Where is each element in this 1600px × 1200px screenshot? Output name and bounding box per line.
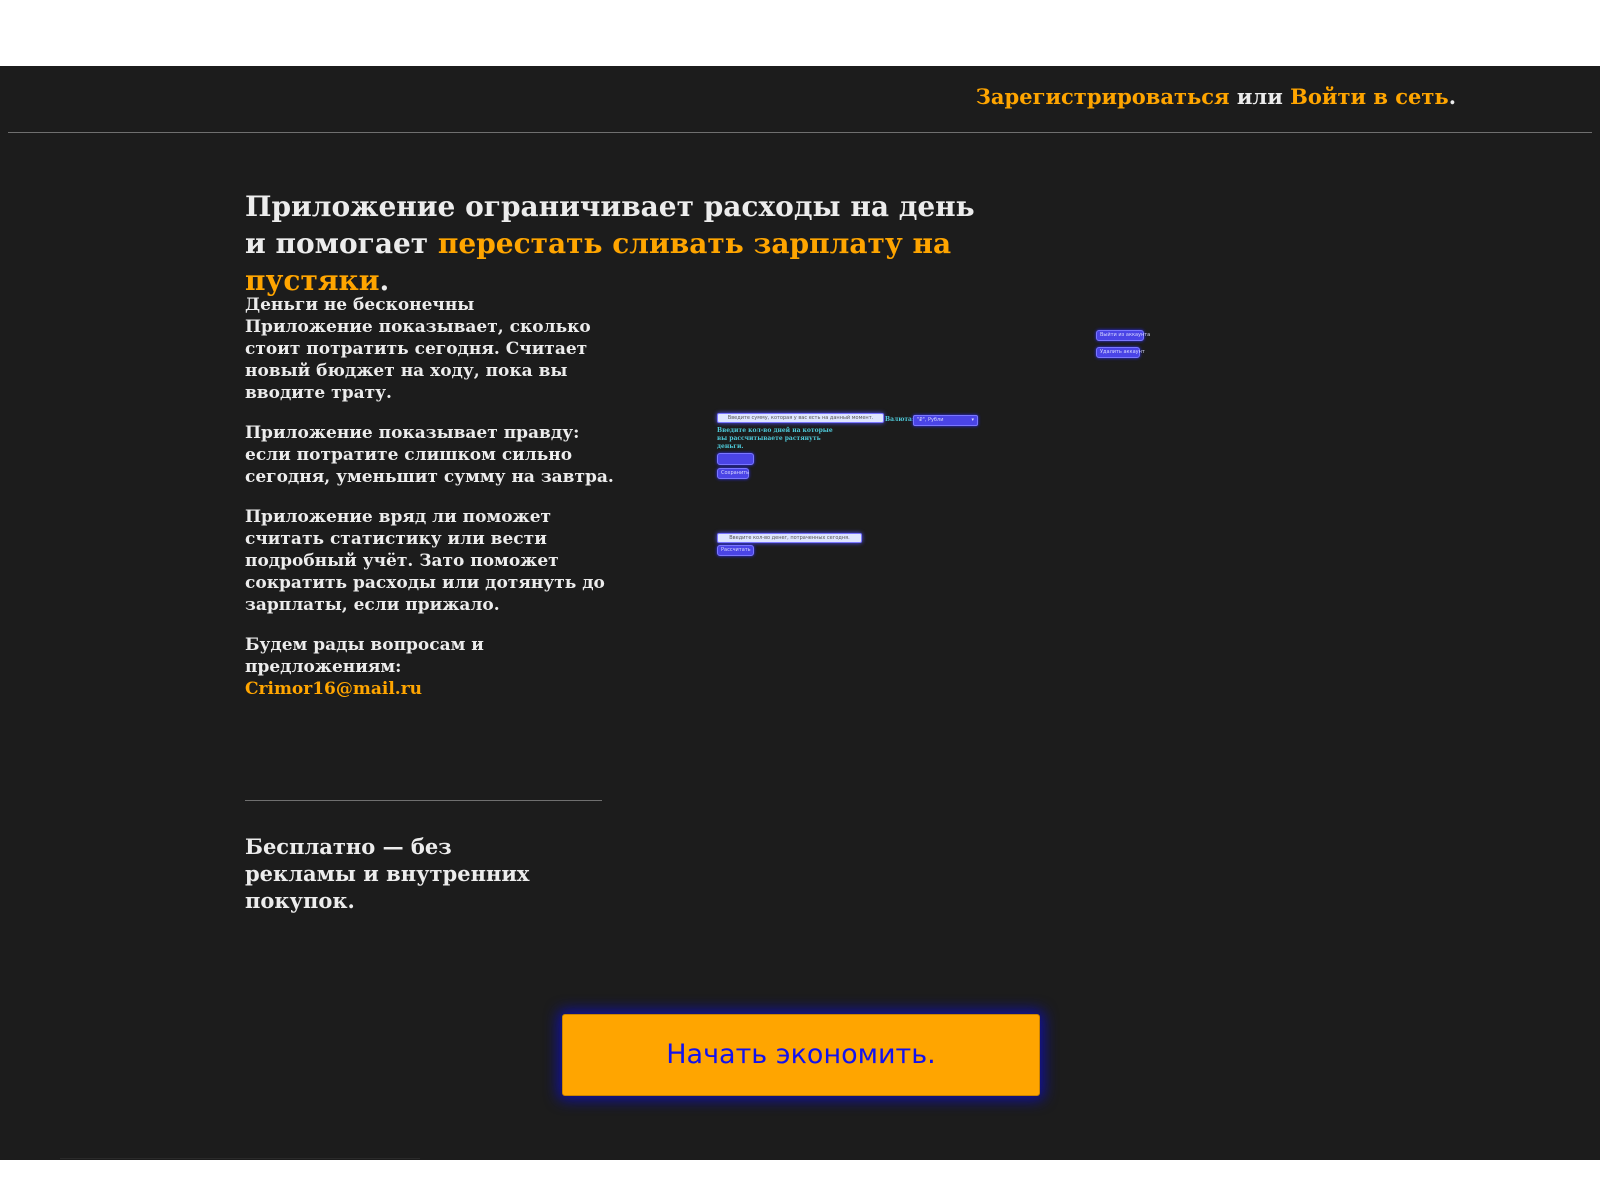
auth-links: Зарегистрироваться или Войти в сеть.: [976, 84, 1456, 109]
preview-amount-input[interactable]: Введите сумму, которая у вас есть на дан…: [717, 413, 884, 423]
preview-currency-value: "₽", Рубли: [917, 417, 944, 423]
preview-days-label: Введите кол-во дней на которые вы рассчи…: [717, 427, 833, 450]
auth-period: .: [1448, 84, 1456, 109]
preview-currency-select[interactable]: "₽", Рубли ▾: [913, 415, 978, 426]
preview-calculate-button[interactable]: Рассчитать: [717, 545, 754, 556]
preview-save-button[interactable]: Сохранить: [717, 468, 749, 479]
or-text: или: [1236, 84, 1283, 109]
free-note: Бесплатно — без рекламы и внутренних пок…: [245, 834, 530, 913]
feature-block-1: Деньги не бесконечны Приложение показыва…: [245, 294, 615, 404]
section-divider: [245, 800, 602, 801]
footer-divider: [60, 1158, 420, 1159]
chevron-down-icon: ▾: [971, 417, 974, 423]
preview-currency-label: Валюта:: [885, 416, 915, 423]
header-divider: [8, 132, 1592, 133]
preview-days-input[interactable]: [717, 453, 754, 465]
preview-delete-account-button[interactable]: Удалить аккаунт: [1096, 347, 1145, 358]
feature-1-title: Деньги не бесконечны: [245, 295, 475, 315]
contact-email-link[interactable]: Crimor16@mail.ru: [245, 679, 422, 699]
feature-1-text: Приложение показывает, сколько стоит пот…: [245, 317, 591, 403]
landing-page: Зарегистрироваться или Войти в сеть. При…: [0, 66, 1600, 1160]
contact-text: Будем рады вопросам и предложениям:: [245, 635, 484, 677]
preview-logout-button[interactable]: Выйти из аккаунта: [1096, 330, 1150, 341]
page-headline: Приложение ограничивает расходы на день …: [245, 188, 1005, 299]
register-link[interactable]: Зарегистрироваться: [976, 84, 1230, 109]
start-saving-button[interactable]: Начать экономить.: [562, 1014, 1040, 1096]
feature-block-2: Приложение показывает правду: если потра…: [245, 422, 615, 488]
feature-2-text: Приложение показывает правду: если потра…: [245, 423, 614, 487]
contact-block: Будем рады вопросам и предложениям: Crim…: [245, 634, 615, 700]
preview-spent-input[interactable]: Введите кол-во денег, потраченных сегодн…: [717, 533, 862, 543]
headline-period: .: [379, 264, 390, 297]
features-list: Деньги не бесконечны Приложение показыва…: [245, 294, 615, 718]
feature-block-3: Приложение вряд ли поможет считать стати…: [245, 506, 615, 616]
login-link[interactable]: Войти в сеть: [1290, 84, 1449, 109]
feature-3-text: Приложение вряд ли поможет считать стати…: [245, 507, 605, 615]
